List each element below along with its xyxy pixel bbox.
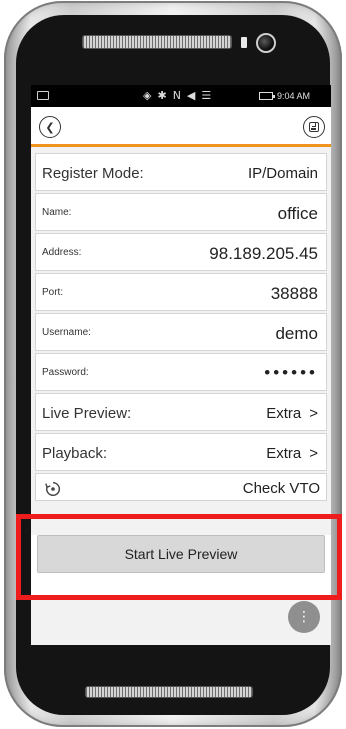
save-button[interactable] <box>303 116 325 138</box>
password-row[interactable]: Password: •••••• <box>35 353 327 391</box>
address-field[interactable]: 98.189.205.45 <box>209 244 318 264</box>
name-label: Name: <box>42 207 72 218</box>
chevron-right-icon: > <box>309 445 318 462</box>
more-options-icon[interactable]: ⋮ <box>288 601 320 633</box>
earpiece-speaker <box>82 35 232 49</box>
port-row[interactable]: Port: 38888 <box>35 273 327 311</box>
top-navbar: ❮ <box>31 107 331 147</box>
save-icon <box>309 122 319 132</box>
username-label: Username: <box>42 327 91 338</box>
clock: 9:04 AM <box>277 91 311 101</box>
password-label: Password: <box>42 367 89 378</box>
register-mode-value: IP/Domain <box>247 165 318 182</box>
device-form: Register Mode: IP/Domain Name: office Ad… <box>35 153 327 503</box>
port-field[interactable]: 38888 <box>271 284 318 304</box>
playback-value: Extra > <box>266 445 318 462</box>
username-field[interactable]: demo <box>275 324 318 344</box>
playback-label: Playback: <box>42 445 108 462</box>
username-row[interactable]: Username: demo <box>35 313 327 351</box>
port-label: Port: <box>42 287 64 298</box>
live-preview-value: Extra > <box>266 405 318 422</box>
chevron-left-icon: ❮ <box>45 120 55 134</box>
register-mode-label: Register Mode: <box>42 165 144 182</box>
chevron-right-icon: > <box>309 405 318 422</box>
notification-icon <box>37 91 49 100</box>
name-row[interactable]: Name: office <box>35 193 327 231</box>
live-preview-label: Live Preview: <box>42 405 132 422</box>
status-bar: ◈ ✱ N ◀ ☰ 9:04 AM <box>31 85 331 107</box>
check-vto-label: Check VTO <box>242 480 320 497</box>
address-label: Address: <box>42 247 82 258</box>
wifi-icon: ☰ <box>201 89 212 102</box>
sensor-slot <box>241 37 247 48</box>
sound-icon: ◀ <box>186 89 196 102</box>
battery-icon <box>259 92 275 100</box>
highlight-annotation <box>16 514 342 600</box>
status-icons: ◈ ✱ N ◀ ☰ <box>143 89 211 102</box>
address-row[interactable]: Address: 98.189.205.45 <box>35 233 327 271</box>
front-camera <box>256 33 276 53</box>
back-button[interactable]: ❮ <box>39 116 61 138</box>
bottom-speaker <box>85 686 253 698</box>
nfc-icon: N <box>172 89 181 102</box>
playback-row[interactable]: Playback: Extra > <box>35 433 327 471</box>
playback-stream: Extra <box>266 445 302 462</box>
location-icon: ◈ <box>143 89 152 102</box>
check-vto-row[interactable]: Check VTO <box>35 473 327 501</box>
name-field[interactable]: office <box>278 204 318 224</box>
live-preview-row[interactable]: Live Preview: Extra > <box>35 393 327 431</box>
password-field[interactable]: •••••• <box>264 363 318 383</box>
refresh-icon <box>45 481 61 497</box>
register-mode-row[interactable]: Register Mode: IP/Domain <box>35 153 327 191</box>
bluetooth-icon: ✱ <box>157 89 167 102</box>
live-preview-stream: Extra <box>266 405 302 422</box>
